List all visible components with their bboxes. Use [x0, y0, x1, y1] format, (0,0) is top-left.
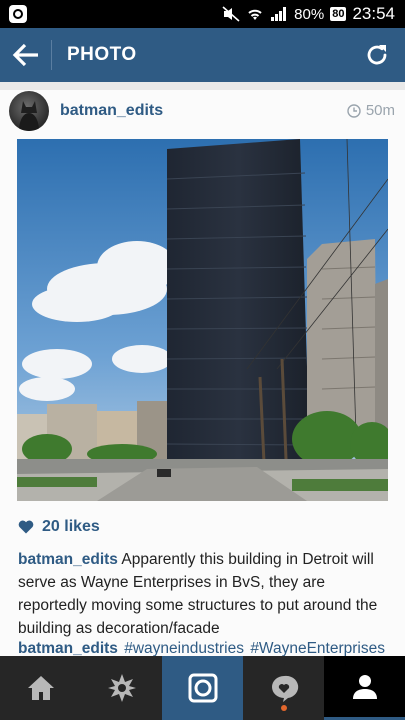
- battery-percent: 80%: [294, 5, 325, 23]
- post-timestamp: 50m: [347, 102, 395, 119]
- post-photo[interactable]: [17, 139, 388, 501]
- refresh-icon[interactable]: [363, 41, 391, 69]
- post-card: batman_edits 50m 20 likes batman_edits A…: [0, 90, 405, 658]
- mute-icon: [222, 6, 240, 22]
- comment-username[interactable]: batman_edits: [18, 640, 118, 657]
- hashtag-link[interactable]: #wayneindustries: [124, 640, 244, 657]
- wifi-icon: [248, 9, 262, 20]
- nav-activity[interactable]: [243, 656, 324, 720]
- camera-icon: [188, 673, 217, 703]
- time-ago: 50m: [365, 102, 395, 119]
- clock-icon: [347, 103, 361, 118]
- explore-icon: [107, 674, 136, 702]
- likes-row[interactable]: 20 likes: [18, 518, 100, 536]
- back-arrow-icon[interactable]: [12, 42, 40, 68]
- avatar[interactable]: [9, 91, 49, 131]
- app-header: PHOTO: [0, 28, 405, 82]
- signal-icon: [271, 7, 287, 21]
- nav-home[interactable]: [0, 656, 81, 720]
- home-icon: [27, 676, 54, 700]
- heart-icon: [18, 520, 34, 534]
- post-username[interactable]: batman_edits: [60, 102, 163, 120]
- battery-icon: 80: [330, 7, 347, 21]
- status-bar: 80% 80 23:54: [0, 0, 405, 28]
- profile-icon: [352, 674, 377, 699]
- activity-icon: [271, 675, 298, 702]
- nav-explore[interactable]: [81, 656, 162, 720]
- post-caption: batman_edits Apparently this building in…: [18, 548, 390, 640]
- status-icons: 80% 80 23:54: [222, 4, 395, 24]
- nav-camera[interactable]: [162, 656, 243, 720]
- app-notification-icon: [8, 4, 28, 24]
- page-title: PHOTO: [67, 44, 137, 65]
- caption-username[interactable]: batman_edits: [18, 551, 118, 568]
- header-divider: [51, 40, 52, 70]
- bottom-nav: [0, 656, 405, 720]
- clock: 23:54: [352, 4, 395, 23]
- hashtag-link[interactable]: #WayneEnterprises: [250, 640, 385, 657]
- notification-dot: [280, 705, 287, 711]
- nav-profile[interactable]: [324, 656, 405, 720]
- likes-count: 20 likes: [42, 518, 100, 535]
